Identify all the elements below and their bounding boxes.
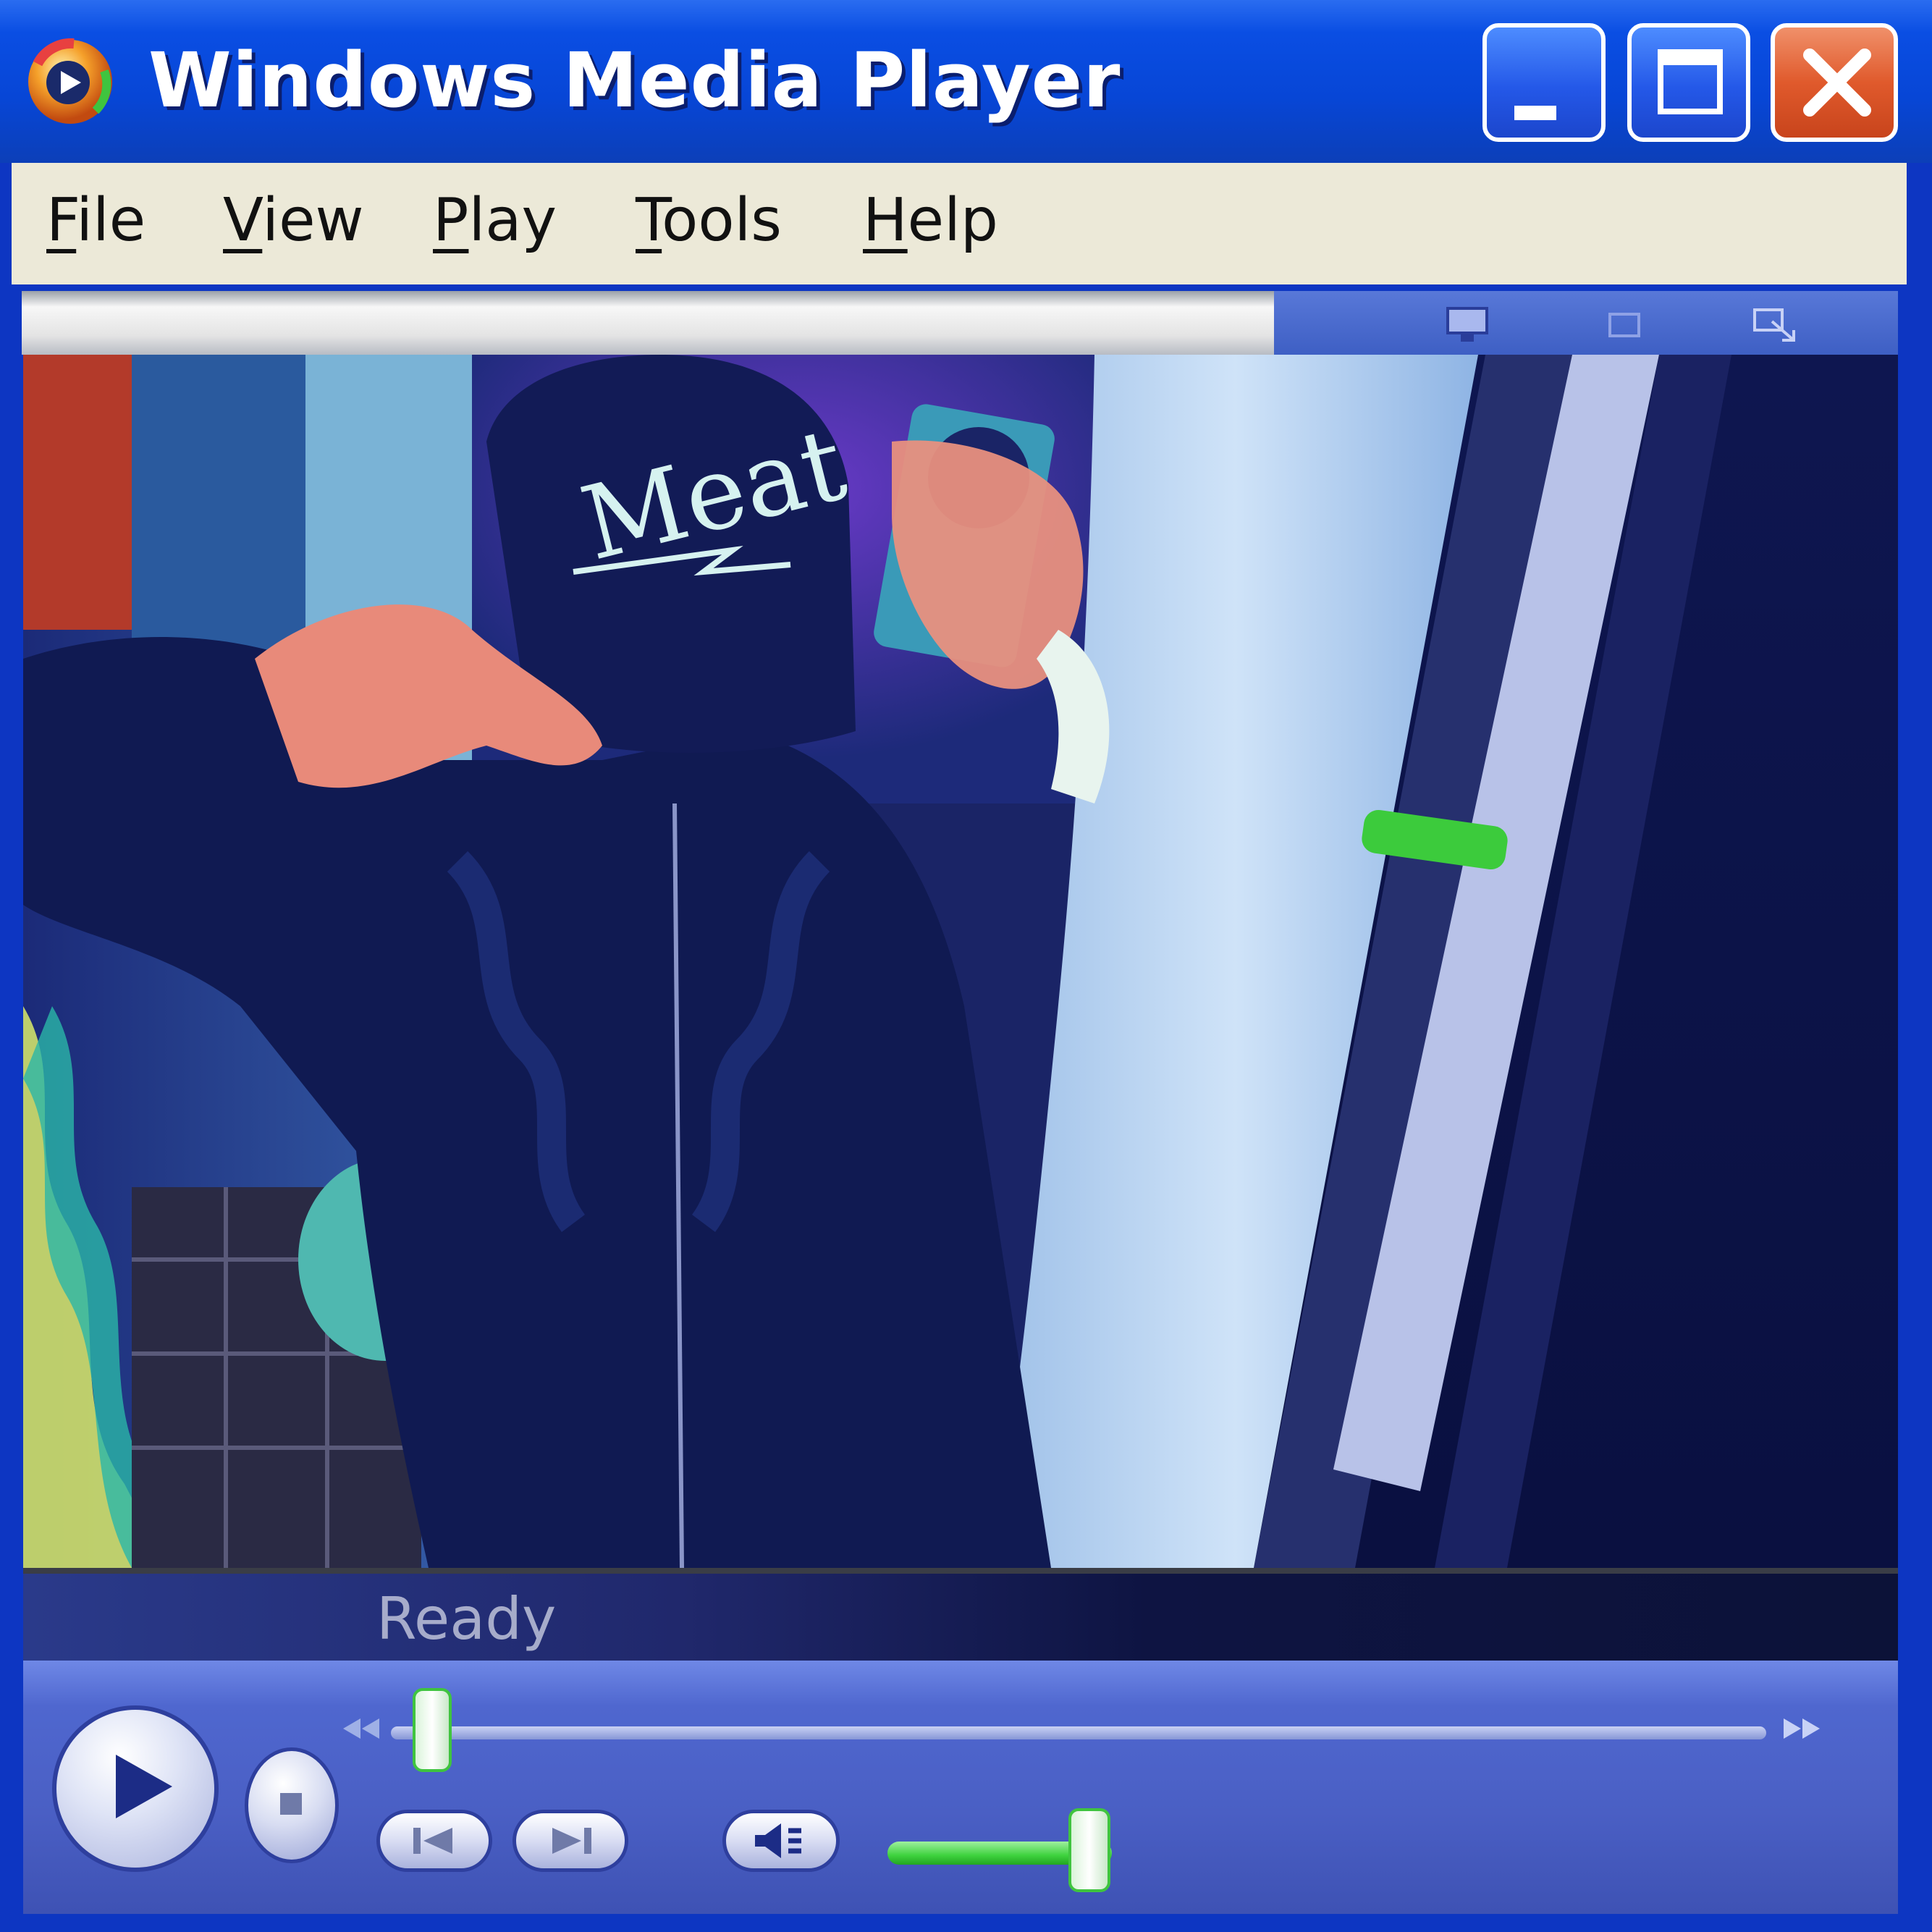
maximize-icon (1658, 49, 1723, 114)
stop-icon (280, 1793, 302, 1815)
menu-play-mnemonic: P (433, 186, 469, 255)
seek-thumb[interactable] (413, 1688, 452, 1772)
full-mode-icon[interactable] (1442, 304, 1493, 346)
menu-file-label: ile (76, 186, 146, 255)
media-player-window: Windows Media Player File View Play Tool… (0, 0, 1932, 1932)
stop-button[interactable] (245, 1747, 339, 1863)
status-divider (23, 1568, 1898, 1574)
mute-button[interactable] (722, 1810, 840, 1872)
menu-file-mnemonic: F (46, 186, 77, 255)
maximize-button[interactable] (1627, 23, 1750, 142)
play-icon (116, 1755, 172, 1818)
menu-help[interactable]: Help (863, 186, 998, 255)
taskbar-strip (22, 291, 1274, 355)
fast-forward-icon[interactable] (1781, 1716, 1824, 1742)
view-mode-bar (1274, 291, 1898, 355)
menu-help-label: elp (907, 186, 998, 255)
menu-tools-label: ools (662, 186, 782, 255)
video-frame-image: Meat (23, 355, 1898, 1568)
window-title: Windows Media Player (148, 36, 1121, 125)
menu-file[interactable]: File (46, 186, 145, 255)
menu-tools-mnemonic: T (636, 186, 662, 255)
previous-track-icon (413, 1828, 452, 1854)
close-icon (1803, 48, 1871, 117)
menu-bar: File View Play Tools Help (12, 163, 1907, 284)
close-button[interactable] (1771, 23, 1898, 142)
menu-tools[interactable]: Tools (636, 186, 782, 255)
menu-play[interactable]: Play (433, 186, 557, 255)
video-display[interactable]: Meat (23, 355, 1898, 1568)
status-text: Ready (376, 1585, 557, 1653)
previous-button[interactable] (376, 1810, 492, 1872)
compact-mode-icon[interactable] (1750, 304, 1801, 346)
next-button[interactable] (512, 1810, 628, 1872)
minimize-icon (1514, 106, 1556, 120)
rewind-icon[interactable] (339, 1716, 382, 1742)
next-track-icon (552, 1828, 591, 1854)
menu-view-label: iew (262, 186, 364, 255)
status-bar (23, 1574, 1898, 1661)
minimize-button[interactable] (1482, 23, 1606, 142)
title-bar[interactable]: Windows Media Player (0, 0, 1932, 163)
menu-view[interactable]: View (223, 186, 364, 255)
speaker-icon (755, 1823, 801, 1858)
volume-thumb[interactable] (1068, 1808, 1110, 1892)
seek-bar[interactable] (391, 1726, 1766, 1739)
menu-play-label: lay (468, 186, 557, 255)
wmp-logo-icon (28, 38, 112, 124)
menu-help-mnemonic: H (863, 186, 908, 255)
menu-view-mnemonic: V (223, 186, 263, 255)
play-button[interactable] (52, 1705, 219, 1872)
skin-mode-icon[interactable] (1600, 304, 1650, 346)
